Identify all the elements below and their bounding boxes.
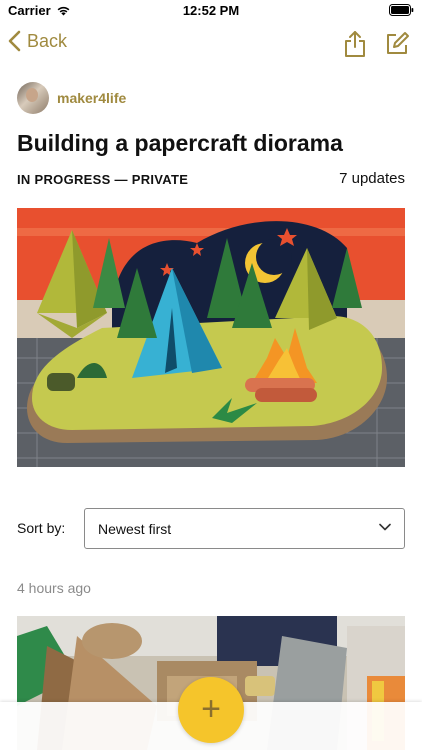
plus-icon: + xyxy=(201,690,221,728)
battery-icon xyxy=(389,4,414,16)
chevron-down-icon xyxy=(379,523,391,531)
updates-count: 7 updates xyxy=(339,170,405,187)
project-title: Building a papercraft diorama xyxy=(17,130,343,156)
nav-bar: Back xyxy=(0,22,422,66)
avatar xyxy=(17,82,49,114)
project-status: IN PROGRESS — PRIVATE xyxy=(17,172,189,187)
author-username[interactable]: maker4life xyxy=(57,90,126,106)
sort-label: Sort by: xyxy=(17,520,66,536)
add-update-button[interactable]: + xyxy=(178,677,244,743)
author-row[interactable]: maker4life xyxy=(17,82,126,114)
back-label: Back xyxy=(27,30,68,51)
sort-select[interactable]: Newest first xyxy=(84,508,405,549)
sort-selected-value: Newest first xyxy=(98,520,172,537)
edit-icon[interactable] xyxy=(384,31,410,57)
project-cover-image xyxy=(17,208,405,467)
back-button[interactable]: Back xyxy=(8,30,67,52)
share-icon[interactable] xyxy=(342,30,368,58)
chevron-left-icon xyxy=(8,30,21,52)
status-bar: Carrier 12:52 PM xyxy=(0,0,422,22)
clock: 12:52 PM xyxy=(182,3,240,18)
update-timestamp: 4 hours ago xyxy=(17,580,91,596)
